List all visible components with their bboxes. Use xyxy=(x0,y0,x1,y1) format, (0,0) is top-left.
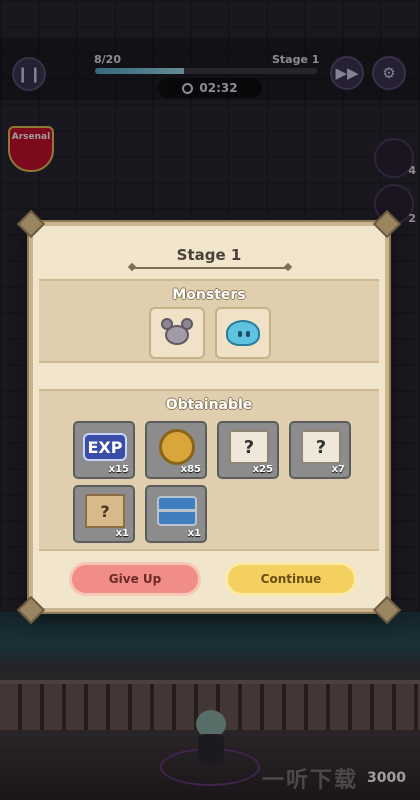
reward-quantity: x85 xyxy=(180,464,201,475)
slime-monster-icon xyxy=(226,320,260,346)
reward-item-gold[interactable]: x85 xyxy=(145,421,207,479)
continue-button[interactable]: Continue xyxy=(225,562,357,596)
reward-item-exp[interactable]: EXP x15 xyxy=(73,421,135,479)
monster-slot-slime[interactable] xyxy=(215,307,271,359)
mystery-map-icon: ? xyxy=(85,494,125,528)
monster-slot-mouse[interactable] xyxy=(149,307,205,359)
stage-dialog: Stage 1 Monsters Obtainable EXP x15 x85 … xyxy=(16,209,402,625)
monsters-section: Monsters xyxy=(39,279,379,363)
reward-item-scroll-1[interactable]: ? x25 xyxy=(217,421,279,479)
mouse-monster-icon xyxy=(161,318,193,348)
mystery-scroll-icon: ? xyxy=(301,430,341,464)
reward-item-map[interactable]: ? x1 xyxy=(73,485,135,543)
reward-item-scroll-2[interactable]: ? x7 xyxy=(289,421,351,479)
reward-quantity: x1 xyxy=(187,528,201,539)
title-divider xyxy=(133,267,287,269)
reward-quantity: x25 xyxy=(252,464,273,475)
treasure-chest-icon xyxy=(157,496,197,526)
gold-coin-icon xyxy=(159,429,195,465)
dialog-title: Stage 1 xyxy=(176,246,242,264)
give-up-button[interactable]: Give Up xyxy=(69,562,201,596)
obtainable-heading: Obtainable xyxy=(165,397,253,413)
mystery-scroll-icon: ? xyxy=(229,430,269,464)
reward-quantity: x1 xyxy=(115,528,129,539)
reward-quantity: x7 xyxy=(331,464,345,475)
reward-quantity: x15 xyxy=(108,464,129,475)
monsters-heading: Monsters xyxy=(172,287,246,303)
exp-icon: EXP xyxy=(83,433,127,461)
reward-item-chest[interactable]: x1 xyxy=(145,485,207,543)
obtainable-section: Obtainable EXP x15 x85 ? x25 ? x7 ? x1 x… xyxy=(39,389,379,551)
